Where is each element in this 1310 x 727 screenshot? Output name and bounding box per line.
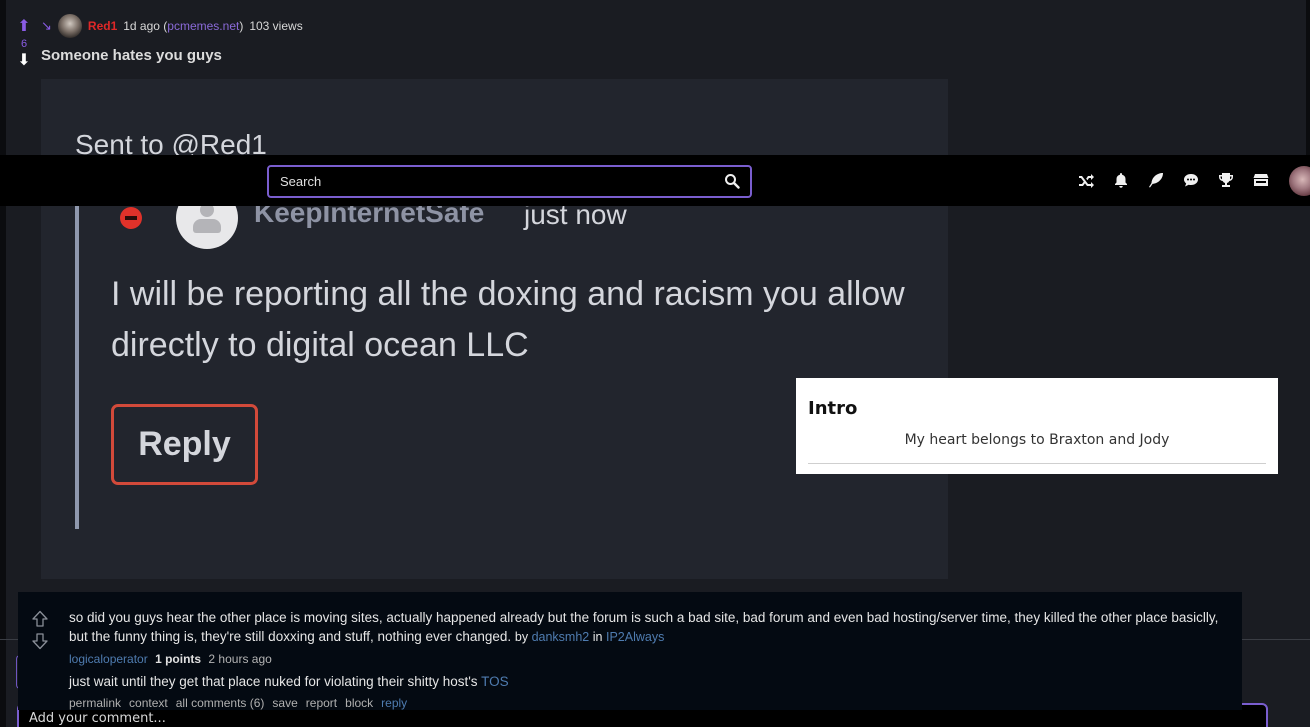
post-score: 6 xyxy=(20,38,28,50)
author-avatar[interactable] xyxy=(57,14,82,38)
reply-link[interactable]: reply xyxy=(381,696,407,710)
search-input[interactable] xyxy=(280,174,700,189)
intro-card: Intro My heart belongs to Braxton and Jo… xyxy=(796,378,1278,474)
comment-sub-link[interactable]: IP2Always xyxy=(606,630,664,644)
search-icon[interactable] xyxy=(724,173,740,189)
intro-divider xyxy=(808,463,1266,464)
post-image[interactable]: Sent to @Red1 KeepInternetSafe just now … xyxy=(41,79,948,579)
broom-icon: ↘ xyxy=(41,18,52,33)
tos-link[interactable]: TOS xyxy=(481,674,509,689)
save-link[interactable]: save xyxy=(272,696,297,710)
domain-close: ) xyxy=(239,19,244,33)
post-views: 103 views xyxy=(249,19,303,33)
post-author[interactable]: Red1 xyxy=(88,19,117,33)
bell-icon[interactable] xyxy=(1110,169,1132,191)
permalink-link[interactable]: permalink xyxy=(69,696,121,710)
user-avatar[interactable] xyxy=(1289,166,1310,196)
block-link[interactable]: block xyxy=(345,696,373,710)
avatar-body xyxy=(193,219,221,233)
quote-bar xyxy=(75,199,79,529)
post-vote: ⬆ 6 ⬇ xyxy=(14,18,34,68)
feather-icon[interactable] xyxy=(1145,169,1167,191)
chat-icon[interactable] xyxy=(1180,169,1202,191)
post-meta: ↘ Red1 1d ago (pcmemes.net) 103 views xyxy=(41,14,303,38)
comment-body: so did you guys hear the other place is … xyxy=(69,608,1219,647)
trophy-icon[interactable] xyxy=(1215,169,1237,191)
reply-meta: logicaloperator 1 points 2 hours ago xyxy=(69,652,272,666)
comment-input[interactable] xyxy=(29,711,1229,726)
by-label: by xyxy=(514,630,529,644)
post-age-group: 1d ago (pcmemes.net) xyxy=(123,19,243,33)
nav-icons xyxy=(1075,169,1272,191)
page: ⬆ 6 ⬇ ↘ Red1 1d ago (pcmemes.net) 103 vi… xyxy=(0,0,1310,727)
block-icon xyxy=(120,207,142,229)
reply-text: just wait until they get that place nuke… xyxy=(69,674,478,689)
embed-message: I will be reporting all the doxing and r… xyxy=(111,275,905,364)
reply-text-line: just wait until they get that place nuke… xyxy=(69,674,509,689)
post-title[interactable]: Someone hates you guys xyxy=(41,47,222,64)
downvote-outline-icon[interactable] xyxy=(31,632,49,650)
upvote-icon[interactable]: ⬆ xyxy=(14,18,34,34)
intro-title: Intro xyxy=(808,398,858,419)
left-edge xyxy=(0,0,6,727)
post-domain[interactable]: pcmemes.net xyxy=(167,19,239,33)
reply-age: 2 hours ago xyxy=(208,652,272,666)
comment-by-line: by danksmh2 in IP2Always xyxy=(515,630,664,644)
right-edge xyxy=(1306,0,1310,160)
comment-actions: permalink context all comments (6) save … xyxy=(69,696,407,710)
upvote-outline-icon[interactable] xyxy=(31,610,49,628)
search-box[interactable] xyxy=(267,165,752,198)
random-icon[interactable] xyxy=(1075,169,1097,191)
top-navbar xyxy=(0,155,1310,206)
all-comments-link[interactable]: all comments (6) xyxy=(176,696,265,710)
downvote-icon[interactable]: ⬇ xyxy=(14,52,34,68)
intro-text: My heart belongs to Braxton and Jody xyxy=(904,432,1170,448)
context-link[interactable]: context xyxy=(129,696,168,710)
report-link[interactable]: report xyxy=(306,696,337,710)
embed-reply-button: Reply xyxy=(111,404,258,485)
comment-author-link[interactable]: danksmh2 xyxy=(532,630,590,644)
comment-votes xyxy=(31,610,49,654)
in-label: in xyxy=(592,630,603,644)
reply-author-link[interactable]: logicaloperator xyxy=(69,652,148,666)
post-age: 1d ago xyxy=(123,19,160,33)
comment-card: so did you guys hear the other place is … xyxy=(18,592,1242,710)
store-icon[interactable] xyxy=(1250,169,1272,191)
reply-points: 1 points xyxy=(155,652,202,666)
